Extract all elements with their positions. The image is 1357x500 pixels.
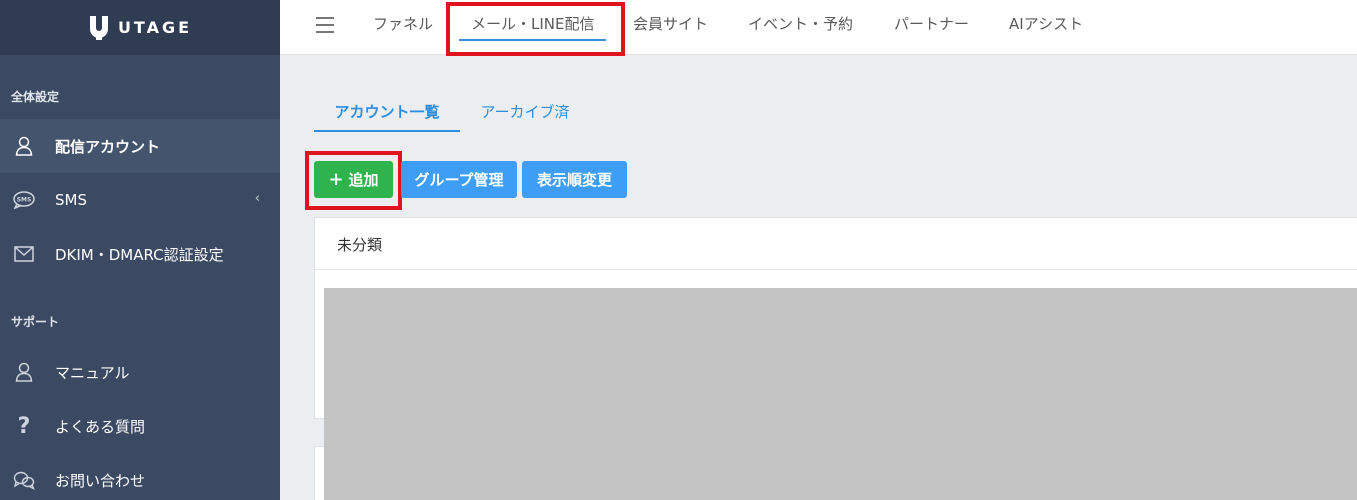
sidebar-item-faq[interactable]: ? よくある質問 — [0, 399, 280, 453]
brand-name: UTAGE — [117, 18, 193, 37]
display-order-button[interactable]: 表示順変更 — [522, 161, 627, 198]
tab-partner[interactable]: パートナー — [894, 0, 969, 48]
card-divider — [315, 269, 1357, 270]
sidebar: UTAGE 全体設定 配信アカウント SMS SMS ‹ DKIM・DMARC認… — [0, 0, 280, 500]
highlight-box-add-button — [305, 151, 402, 210]
top-navbar: ファネル メール・LINE配信 会員サイト イベント・予約 パートナー AIアシ… — [280, 0, 1357, 55]
tab-ai-assist[interactable]: AIアシスト — [1009, 0, 1083, 48]
sidebar-item-manual[interactable]: マニュアル — [0, 345, 280, 399]
utage-logo-icon — [89, 15, 108, 40]
sms-icon: SMS — [13, 189, 35, 211]
chat-icon — [13, 469, 35, 491]
sidebar-item-delivery-account[interactable]: 配信アカウント — [0, 119, 280, 173]
chevron-left-icon[interactable]: ‹ — [255, 191, 260, 206]
sidebar-item-sms[interactable]: SMS SMS ‹ — [0, 173, 280, 227]
question-icon: ? — [17, 413, 31, 439]
hamburger-menu-icon[interactable] — [316, 17, 334, 35]
brand[interactable]: UTAGE — [0, 0, 280, 55]
user-icon — [13, 361, 35, 383]
sidebar-item-label: マニュアル — [55, 363, 130, 382]
user-icon — [13, 135, 35, 157]
sidebar-item-label: SMS — [55, 191, 87, 209]
sidebar-item-label: お問い合わせ — [55, 471, 146, 490]
sidebar-item-label: よくある質問 — [55, 417, 146, 436]
card-title: 未分類 — [337, 236, 383, 254]
svg-text:SMS: SMS — [17, 197, 32, 204]
section-label-settings: 全体設定 — [11, 90, 60, 104]
tab-funnel[interactable]: ファネル — [373, 0, 433, 48]
sidebar-item-label: DKIM・DMARC認証設定 — [55, 245, 224, 264]
group-manage-button[interactable]: グループ管理 — [401, 161, 517, 198]
highlight-box-mail-tab — [446, 2, 625, 56]
section-label-support: サポート — [11, 315, 60, 329]
tab-event-booking[interactable]: イベント・予約 — [748, 0, 853, 48]
subtab-account-list[interactable]: アカウント一覧 — [314, 92, 460, 132]
sidebar-item-label: 配信アカウント — [55, 137, 161, 156]
subtab-archived[interactable]: アーカイブ済 — [470, 92, 580, 132]
tab-member-site[interactable]: 会員サイト — [633, 0, 708, 48]
redacted-content-placeholder — [324, 288, 1357, 500]
sidebar-item-dkim[interactable]: DKIM・DMARC認証設定 — [0, 227, 280, 281]
mail-icon — [13, 243, 35, 265]
sidebar-item-contact[interactable]: お問い合わせ — [0, 453, 280, 500]
